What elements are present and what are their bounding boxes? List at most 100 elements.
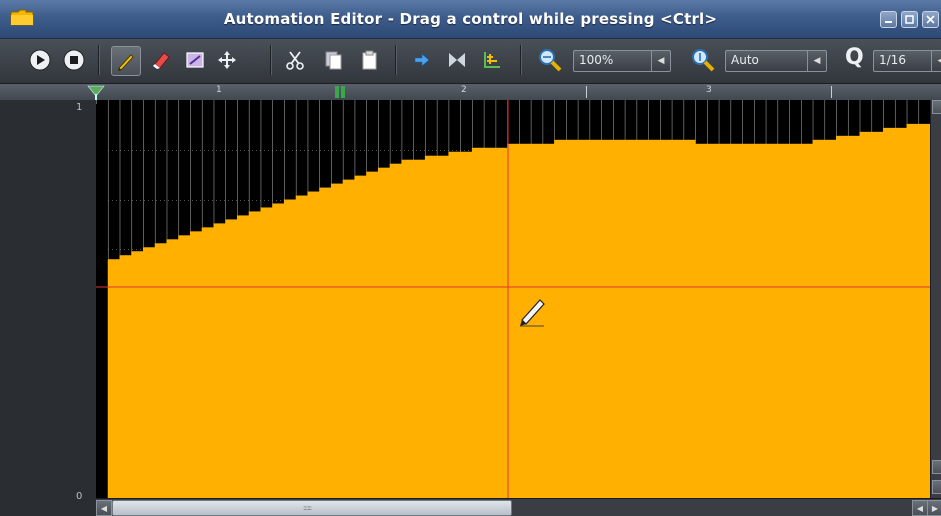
automation-value-bar[interactable] [530, 143, 543, 498]
automation-value-bar[interactable] [260, 207, 273, 498]
scroll-left-button[interactable]: ◀ [96, 500, 112, 516]
automation-value-bar[interactable] [307, 191, 320, 498]
automation-value-bar[interactable] [189, 231, 203, 498]
timeline-ruler[interactable]: 1 2 3 [0, 84, 941, 101]
automation-value-bar[interactable] [436, 155, 449, 498]
automation-value-bar[interactable] [460, 151, 473, 498]
automation-value-bar[interactable] [601, 139, 614, 498]
automation-value-bar[interactable] [554, 139, 567, 498]
automation-value-bar[interactable] [366, 171, 379, 498]
automation-value-bar[interactable] [859, 131, 872, 498]
automation-value-bar[interactable] [636, 139, 649, 498]
automation-value-bar[interactable] [330, 183, 344, 498]
automation-value-bar[interactable] [883, 127, 896, 498]
erase-mode-button[interactable] [147, 46, 175, 74]
automation-value-bar[interactable] [401, 159, 414, 498]
automation-value-bar[interactable] [589, 139, 602, 498]
automation-value-bar[interactable] [847, 135, 861, 498]
quantize-combo[interactable]: 1/16 ◀ [873, 50, 941, 72]
title-bar[interactable]: Automation Editor - Drag a control while… [0, 0, 941, 39]
automation-value-bar[interactable] [283, 199, 297, 499]
automation-value-bar[interactable] [319, 187, 332, 498]
horizontal-scrollbar[interactable]: ◀ :::::: ◀ ▶ [96, 498, 941, 516]
close-button[interactable] [922, 11, 939, 28]
cut-button[interactable] [281, 46, 309, 74]
move-mode-button[interactable] [213, 46, 241, 74]
automation-value-bar[interactable] [718, 143, 731, 498]
automation-value-bar[interactable] [96, 103, 109, 498]
paste-button[interactable] [356, 46, 384, 74]
automation-value-bar[interactable] [295, 195, 308, 498]
automation-value-bar[interactable] [894, 127, 908, 498]
automation-value-bar[interactable] [789, 143, 802, 498]
automation-value-bar[interactable] [742, 143, 755, 498]
automation-value-bar[interactable] [213, 223, 226, 498]
automation-value-bar[interactable] [577, 139, 590, 498]
automation-value-bar[interactable] [871, 131, 884, 498]
automation-value-bar[interactable] [354, 175, 367, 498]
automation-value-bar[interactable] [824, 139, 837, 498]
automation-value-bar[interactable] [659, 139, 673, 498]
automation-value-bar[interactable] [142, 247, 156, 498]
automation-value-bar[interactable] [683, 139, 696, 498]
discrete-progression-button[interactable] [408, 46, 436, 74]
stop-button[interactable] [60, 46, 88, 74]
automation-value-bar[interactable] [753, 143, 767, 498]
automation-value-bar[interactable] [706, 143, 720, 498]
scroll-up-button[interactable] [932, 100, 941, 114]
automation-value-bar[interactable] [178, 235, 191, 498]
scroll-down-button[interactable] [932, 460, 941, 474]
automation-value-bar[interactable] [107, 259, 120, 498]
vertical-scrollbar[interactable] [930, 100, 941, 498]
loop-marker-icon[interactable] [334, 85, 348, 99]
automation-value-bar[interactable] [154, 243, 167, 498]
automation-value-bar[interactable] [836, 135, 849, 498]
automation-value-bar[interactable] [389, 163, 402, 498]
automation-value-bar[interactable] [765, 143, 778, 498]
automation-value-bar[interactable] [342, 179, 355, 498]
automation-value-bar[interactable] [507, 143, 520, 498]
automation-pattern-area[interactable] [96, 100, 930, 498]
zoom-horizontal-button[interactable] [536, 46, 564, 74]
copy-button[interactable] [320, 46, 348, 74]
automation-value-bar[interactable] [131, 251, 144, 498]
cubic-progression-button[interactable] [478, 46, 506, 74]
automation-value-bar[interactable] [812, 139, 825, 498]
playhead-marker-icon[interactable] [86, 84, 106, 100]
scroll-end-button[interactable] [932, 480, 941, 494]
automation-value-bar[interactable] [495, 147, 508, 498]
automation-value-bar[interactable] [671, 139, 684, 498]
automation-value-bar[interactable] [471, 147, 485, 498]
scroll-right-button[interactable]: ▶ [927, 500, 941, 516]
scrollbar-thumb[interactable]: :::::: [112, 500, 512, 516]
scroll-left-button[interactable]: ◀ [912, 500, 928, 516]
automation-value-bar[interactable] [777, 143, 790, 498]
automation-value-bar[interactable] [272, 203, 285, 498]
automation-value-bar[interactable] [424, 155, 438, 498]
maximize-button[interactable] [901, 11, 918, 28]
automation-value-bar[interactable] [565, 139, 579, 498]
zoom-y-combo[interactable]: Auto ◀ [725, 50, 827, 72]
automation-value-bar[interactable] [648, 139, 661, 498]
zoom-x-combo[interactable]: 100% ◀ [573, 50, 671, 72]
automation-value-bar[interactable] [448, 151, 461, 498]
automation-value-bar[interactable] [236, 215, 250, 498]
automation-value-bar[interactable] [413, 159, 426, 498]
automation-value-bar[interactable] [377, 167, 391, 498]
automation-value-bar[interactable] [248, 211, 261, 498]
automation-value-bar[interactable] [119, 255, 132, 498]
automation-value-bar[interactable] [201, 227, 214, 498]
linear-progression-button[interactable] [443, 46, 471, 74]
automation-value-bar[interactable] [695, 143, 708, 498]
automation-value-bar[interactable] [542, 143, 555, 498]
select-mode-button[interactable] [181, 46, 209, 74]
automation-value-bar[interactable] [730, 143, 743, 498]
automation-curve[interactable] [96, 100, 930, 498]
play-button[interactable] [26, 46, 54, 74]
zoom-vertical-button[interactable] [689, 46, 717, 74]
automation-value-bar[interactable] [918, 123, 930, 498]
automation-value-bar[interactable] [225, 219, 238, 498]
automation-value-bar[interactable] [906, 123, 919, 498]
minimize-button[interactable] [880, 11, 897, 28]
automation-value-bar[interactable] [612, 139, 626, 498]
